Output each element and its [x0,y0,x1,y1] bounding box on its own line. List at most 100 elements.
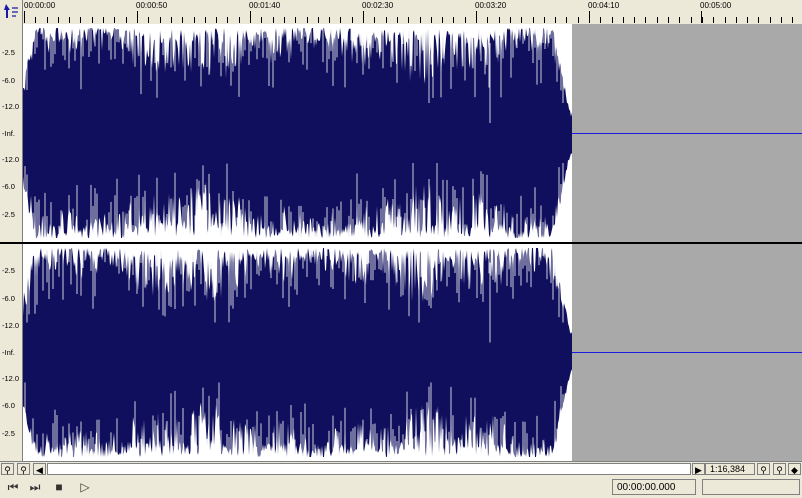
timeline-minor-tick [374,17,375,23]
db-label: -6.0 [2,401,15,410]
zoom-level-display: 1:16,384 [705,463,755,475]
timeline-label: 00:00:00 [24,1,56,10]
timeline-minor-tick [668,17,669,23]
timeline-minor-tick [386,17,387,23]
timeline-minor-tick [318,17,319,23]
timeline-minor-tick [114,17,115,23]
play-button[interactable]: ▷ [76,479,94,495]
timeline-minor-tick [329,17,330,23]
timeline-minor-tick [69,17,70,23]
db-label: -2.5 [2,210,15,219]
timeline-minor-tick [182,17,183,23]
baseline [572,352,802,353]
timeline-minor-tick [431,17,432,23]
zoom-out-button[interactable]: ⚲ [1,463,14,475]
skip-start-icon: ⏮ [7,480,19,494]
timeline-minor-tick [148,17,149,23]
timeline-minor-tick [92,17,93,23]
timeline-ruler[interactable]: 00:00:00 00:00:50 00:01:40 00:02:30 00:0… [0,0,802,25]
fit-width-button[interactable]: ◆ [788,463,801,475]
horizontal-scrollbar[interactable] [47,463,691,475]
timeline-minor-tick [465,17,466,23]
timeline-minor-tick [194,17,195,23]
go-end-button[interactable]: ⏭ [26,479,44,495]
timeline-minor-tick [725,17,726,23]
baseline [572,133,802,134]
timeline-minor-tick [702,17,703,23]
timeline-minor-tick [35,17,36,23]
timeline-minor-tick [736,17,737,23]
timeline-minor-tick [645,17,646,23]
timeline-minor-tick [363,17,364,23]
timeline-label: 00:00:50 [136,1,168,10]
db-label: -Inf. [2,129,15,138]
db-label: -12.0 [2,374,20,383]
timeline-minor-tick [58,17,59,23]
timeline-minor-tick [160,17,161,23]
cursor-tool-icon [4,4,18,18]
timeline-minor-tick [126,17,127,23]
timeline-minor-tick [171,17,172,23]
timeline-minor-tick [103,17,104,23]
timeline-minor-tick [137,17,138,23]
zoom-in-right-button[interactable]: ⚲ [773,463,786,475]
timeline-label: 00:03:20 [475,1,507,10]
timeline-minor-tick [792,17,793,23]
waveform-channel-right[interactable] [23,244,802,461]
cursor-tool-button[interactable] [0,0,23,24]
timeline-minor-tick [216,17,217,23]
transport-bar: ⏮ ⏭ ■ ▷ 00:00:00.000 [0,476,802,498]
timeline-minor-tick [589,17,590,23]
zoom-level-value: 1:16,384 [710,464,746,474]
zoom-out-right-button[interactable]: ⚲ [757,463,770,475]
timeline-minor-tick [555,17,556,23]
timeline-minor-tick [24,17,25,23]
timeline-minor-tick [476,17,477,23]
timeline-minor-tick [544,17,545,23]
db-ruler-right: -2.5 -6.0 -12.0 -Inf. -12.0 -6.0 -2.5 [0,244,23,461]
arrow-left-icon: ◀ [36,465,43,475]
skip-end-icon: ⏭ [29,480,41,494]
waveform-area[interactable]: -2.5 -6.0 -12.0 -Inf. -12.0 -6.0 -2.5 -2… [0,24,802,461]
db-label: -Inf. [2,348,15,357]
timeline-label: 00:04:10 [588,1,620,10]
fit-width-icon: ◆ [791,465,798,475]
db-label: -6.0 [2,294,15,303]
db-label: -12.0 [2,321,20,330]
timeline-minor-tick [261,17,262,23]
timeline-minor-tick [352,17,353,23]
timeline-minor-tick [397,17,398,23]
timeline-minor-tick [600,17,601,23]
timeline-label: 00:01:40 [249,1,281,10]
waveform-left [23,24,572,242]
timeline-minor-tick [679,17,680,23]
timeline-minor-tick [770,17,771,23]
timeline-minor-tick [442,17,443,23]
zoom-in-button[interactable]: ⚲ [17,463,30,475]
db-label: -2.5 [2,266,15,275]
db-label: -2.5 [2,429,15,438]
scroll-left-button[interactable]: ◀ [33,463,46,475]
timeline-minor-tick [47,17,48,23]
scroll-right-button[interactable]: ▶ [692,463,705,475]
timeline-minor-tick [499,17,500,23]
timeline-minor-tick [657,17,658,23]
timeline-minor-tick [713,17,714,23]
zoom-in-icon: ⚲ [776,465,783,475]
position-value: 00:00:00.000 [617,482,676,493]
stop-button[interactable]: ■ [50,479,68,495]
timeline-minor-tick [510,17,511,23]
timeline-minor-tick [273,17,274,23]
timeline-minor-tick [781,17,782,23]
go-start-button[interactable]: ⏮ [4,479,22,495]
timeline-minor-tick [420,17,421,23]
timeline-minor-tick [205,17,206,23]
timeline-minor-tick [634,17,635,23]
db-label: -12.0 [2,102,20,111]
timeline-minor-tick [747,17,748,23]
stop-icon: ■ [55,480,63,494]
waveform-right [23,244,572,461]
waveform-channel-left[interactable] [23,24,802,242]
db-label: -6.0 [2,182,15,191]
position-display: 00:00:00.000 [612,479,696,495]
